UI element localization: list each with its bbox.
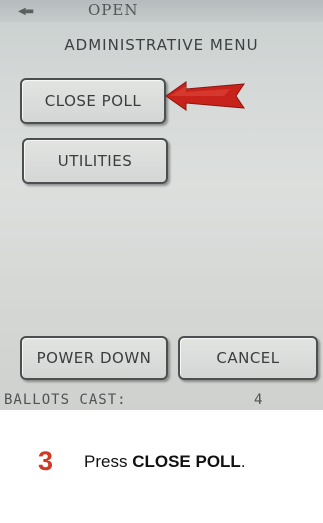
instruction-suffix: . [240,452,246,471]
utilities-label: UTILITIES [57,152,133,170]
instruction-bold: CLOSE POLL [132,452,241,471]
ballots-cast-row: BALLOTS CAST: 4 [0,392,323,410]
menu-title: ADMINISTRATIVE MENU [64,36,259,54]
ballots-cast-value: 4 [254,392,263,408]
status-bar: ◀▬ OPEN [0,0,323,22]
battery-icon: ◀▬ [18,6,34,17]
cancel-label: CANCEL [216,349,280,367]
instruction-text: Press CLOSE POLL. [84,452,246,472]
power-down-button[interactable]: POWER DOWN [20,336,168,380]
cancel-button[interactable]: CANCEL [178,336,318,380]
power-down-label: POWER DOWN [36,349,152,367]
utilities-button[interactable]: UTILITIES [22,138,168,184]
step-number: 3 [38,446,54,476]
close-poll-button[interactable]: CLOSE POLL [20,78,166,124]
close-poll-label: CLOSE POLL [44,92,142,110]
voting-machine-screen: ◀▬ OPEN ADMINISTRATIVE MENU CLOSE POLL U… [0,0,323,410]
red-arrow-icon [165,81,245,111]
instruction-prefix: Press [84,452,128,471]
instruction-panel: 3 Press CLOSE POLL. [0,410,323,523]
poll-status: OPEN [88,1,139,19]
ballots-cast-label: BALLOTS CAST: [4,392,127,408]
